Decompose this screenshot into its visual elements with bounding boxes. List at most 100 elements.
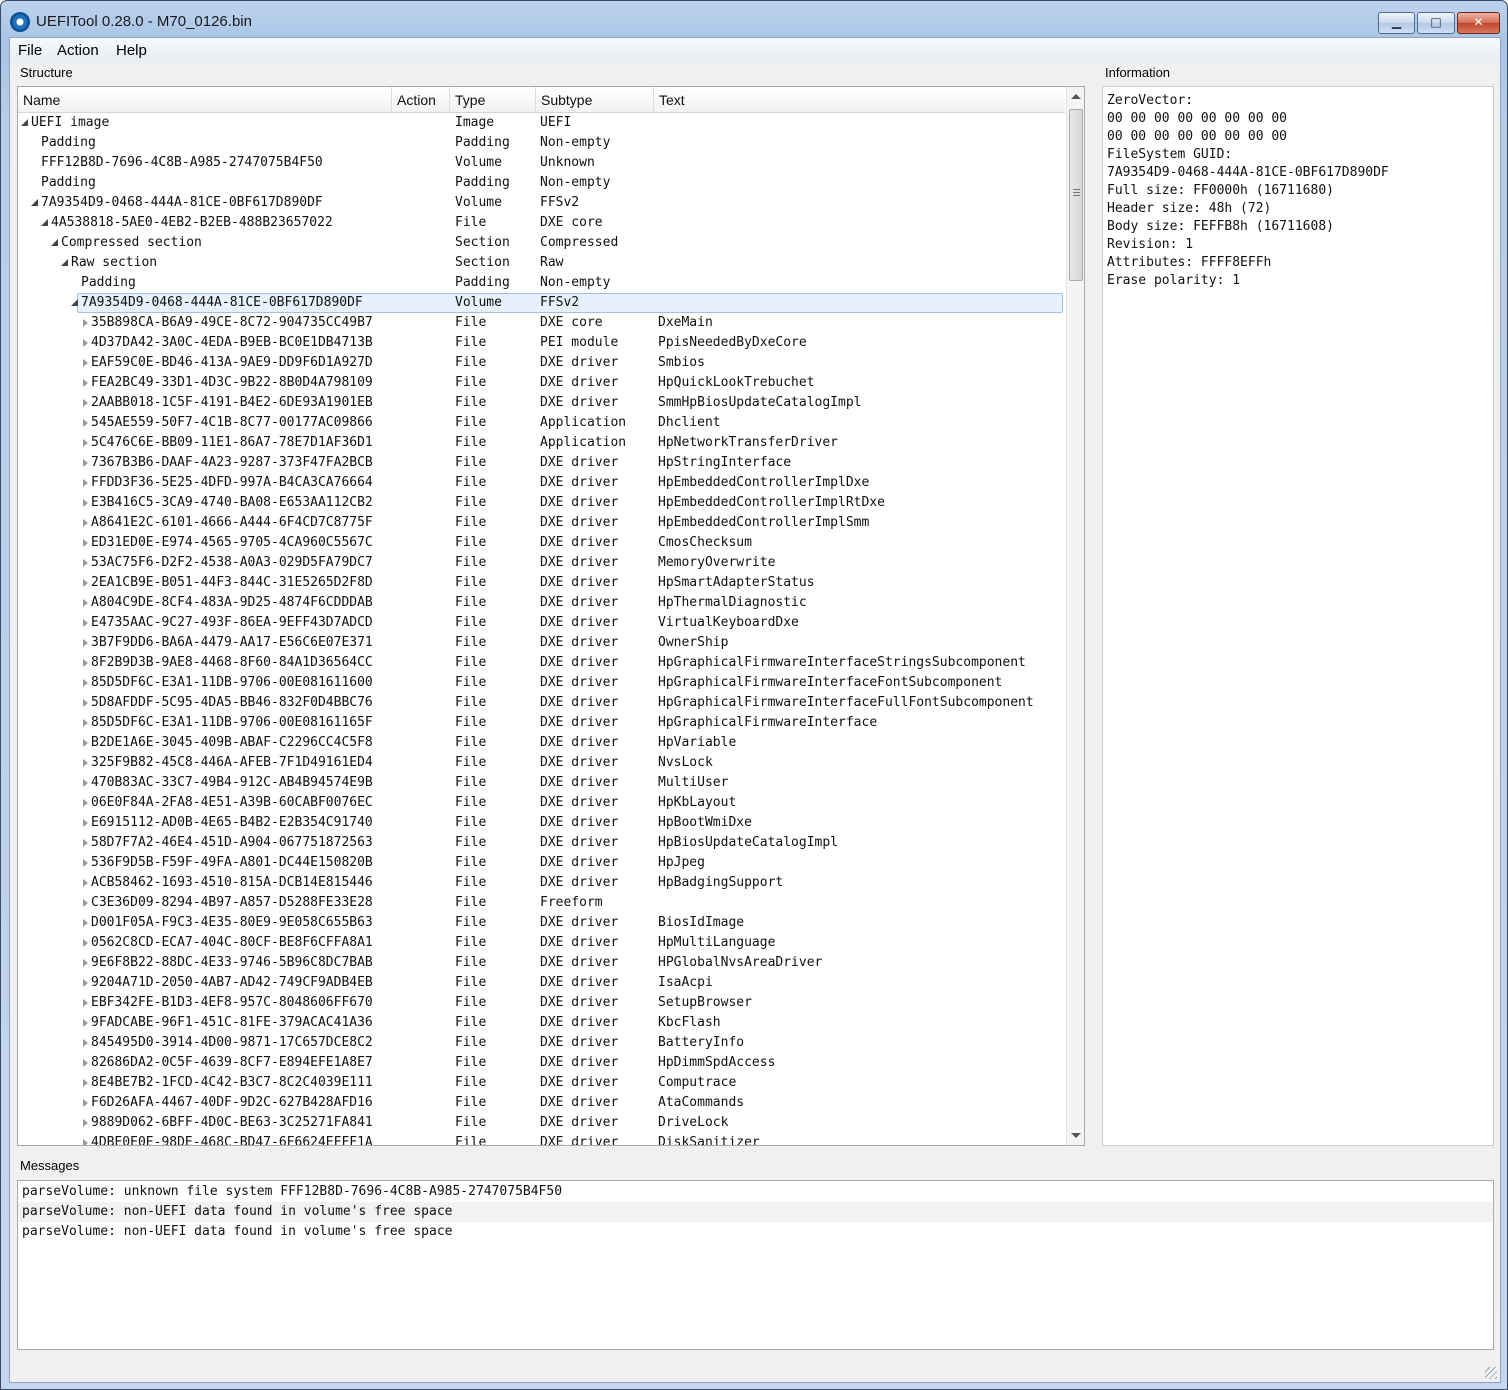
column-header-subtype[interactable]: Subtype — [536, 87, 654, 113]
menu-help[interactable]: Help — [116, 42, 147, 59]
scroll-thumb[interactable] — [1069, 109, 1083, 281]
tree-row[interactable]: Compressed section Section Compressed — [18, 233, 1065, 253]
collapsed-arrow-icon[interactable] — [83, 779, 88, 787]
expanded-arrow-icon[interactable] — [41, 219, 48, 226]
collapsed-arrow-icon[interactable] — [83, 419, 88, 427]
tree-row[interactable]: 7A9354D9-0468-444A-81CE-0BF617D890DF Volu… — [18, 193, 1065, 213]
expanded-arrow-icon[interactable] — [61, 259, 68, 266]
tree-row[interactable]: 58D7F7A2-46E4-451D-A904-067751872563 File… — [18, 833, 1065, 853]
tree-row[interactable]: 35B898CA-B6A9-49CE-8C72-904735CC49B7 File… — [18, 313, 1065, 333]
tree-row[interactable]: 5D8AFDDF-5C95-4DA5-BB46-832F0D4BBC76 File… — [18, 693, 1065, 713]
column-header-type[interactable]: Type — [450, 87, 536, 113]
tree-row[interactable]: 82686DA2-0C5F-4639-8CF7-E894EFE1A8E7 File… — [18, 1053, 1065, 1073]
collapsed-arrow-icon[interactable] — [83, 639, 88, 647]
tree-vertical-scrollbar[interactable] — [1066, 87, 1084, 1145]
expanded-arrow-icon[interactable] — [71, 299, 78, 306]
tree-row[interactable]: D001F05A-F9C3-4E35-80E9-9E058C655B63 File… — [18, 913, 1065, 933]
tree-row[interactable]: 845495D0-3914-4D00-9871-17C657DCE8C2 File… — [18, 1033, 1065, 1053]
collapsed-arrow-icon[interactable] — [83, 699, 88, 707]
tree-row[interactable]: Padding Padding Non-empty — [18, 133, 1065, 153]
collapsed-arrow-icon[interactable] — [83, 1019, 88, 1027]
tree-row[interactable]: FFDD3F36-5E25-4DFD-997A-B4CA3CA76664 File… — [18, 473, 1065, 493]
collapsed-arrow-icon[interactable] — [83, 879, 88, 887]
tree-row[interactable]: E4735AAC-9C27-493F-86EA-9EFF43D7ADCD File… — [18, 613, 1065, 633]
tree-row[interactable]: 5C476C6E-BB09-11E1-86A7-78E7D1AF36D1 File… — [18, 433, 1065, 453]
tree-row[interactable]: 8F2B9D3B-9AE8-4468-8F60-84A1D36564CC File… — [18, 653, 1065, 673]
collapsed-arrow-icon[interactable] — [83, 579, 88, 587]
maximize-button[interactable]: □ — [1417, 12, 1455, 34]
collapsed-arrow-icon[interactable] — [83, 499, 88, 507]
menu-file[interactable]: File — [18, 42, 42, 59]
expanded-arrow-icon[interactable] — [51, 239, 58, 246]
collapsed-arrow-icon[interactable] — [83, 839, 88, 847]
collapsed-arrow-icon[interactable] — [83, 919, 88, 927]
collapsed-arrow-icon[interactable] — [83, 1139, 88, 1145]
tree-row[interactable]: 7A9354D9-0468-444A-81CE-0BF617D890DF Volu… — [18, 293, 1065, 313]
collapsed-arrow-icon[interactable] — [83, 1039, 88, 1047]
tree-row[interactable]: Raw section Section Raw — [18, 253, 1065, 273]
tree-row[interactable]: C3E36D09-8294-4B97-A857-D5288FE33E28 File… — [18, 893, 1065, 913]
collapsed-arrow-icon[interactable] — [83, 1119, 88, 1127]
collapsed-arrow-icon[interactable] — [83, 859, 88, 867]
expanded-arrow-icon[interactable] — [31, 199, 38, 206]
messages-list[interactable]: parseVolume: unknown file system FFF12B8… — [17, 1180, 1494, 1350]
tree-row[interactable]: 9E6F8B22-88DC-4E33-9746-5B96C8DC7BAB File… — [18, 953, 1065, 973]
tree-row[interactable]: 4D37DA42-3A0C-4EDA-B9EB-BC0E1DB4713B File… — [18, 333, 1065, 353]
tree-row[interactable]: 0562C8CD-ECA7-404C-80CF-BE8F6CFFA8A1 File… — [18, 933, 1065, 953]
column-header-action[interactable]: Action — [392, 87, 450, 113]
collapsed-arrow-icon[interactable] — [83, 719, 88, 727]
information-panel[interactable]: ZeroVector: 00 00 00 00 00 00 00 00 00 00 … — [1102, 86, 1494, 1146]
tree-row[interactable]: UEFI image Image UEFI — [18, 113, 1065, 133]
tree-row[interactable]: E3B416C5-3CA9-4740-BA08-E653AA112CB2 File… — [18, 493, 1065, 513]
collapsed-arrow-icon[interactable] — [83, 939, 88, 947]
tree-row[interactable]: 9204A71D-2050-4AB7-AD42-749CF9ADB4EB File… — [18, 973, 1065, 993]
tree-row[interactable]: 4A538818-5AE0-4EB2-B2EB-488B23657022 File… — [18, 213, 1065, 233]
collapsed-arrow-icon[interactable] — [83, 479, 88, 487]
collapsed-arrow-icon[interactable] — [83, 759, 88, 767]
collapsed-arrow-icon[interactable] — [83, 459, 88, 467]
collapsed-arrow-icon[interactable] — [83, 1079, 88, 1087]
tree-row[interactable]: 545AE559-50F7-4C1B-8C77-00177AC09866 File… — [18, 413, 1065, 433]
collapsed-arrow-icon[interactable] — [83, 1059, 88, 1067]
collapsed-arrow-icon[interactable] — [83, 819, 88, 827]
column-header-name[interactable]: Name — [18, 87, 392, 113]
minimize-button[interactable]: ▁ — [1378, 12, 1415, 34]
message-item[interactable]: parseVolume: non-UEFI data found in volu… — [18, 1222, 1493, 1242]
tree-row[interactable]: 536F9D5B-F59F-49FA-A801-DC44E150820B File… — [18, 853, 1065, 873]
tree-row[interactable]: ACB58462-1693-4510-815A-DCB14E815446 File… — [18, 873, 1065, 893]
collapsed-arrow-icon[interactable] — [83, 999, 88, 1007]
collapsed-arrow-icon[interactable] — [83, 659, 88, 667]
tree-row[interactable]: Padding Padding Non-empty — [18, 173, 1065, 193]
collapsed-arrow-icon[interactable] — [83, 539, 88, 547]
tree-row[interactable]: 2EA1CB9E-B051-44F3-844C-31E5265D2F8D File… — [18, 573, 1065, 593]
collapsed-arrow-icon[interactable] — [83, 339, 88, 347]
tree-row[interactable]: FFF12B8D-7696-4C8B-A985-2747075B4F50 Volu… — [18, 153, 1065, 173]
tree-row[interactable]: 8E4BE7B2-1FCD-4C42-B3C7-8C2C4039E111 File… — [18, 1073, 1065, 1093]
tree-row[interactable]: FEA2BC49-33D1-4D3C-9B22-8B0D4A798109 File… — [18, 373, 1065, 393]
column-header-text[interactable]: Text — [654, 87, 1065, 113]
collapsed-arrow-icon[interactable] — [83, 439, 88, 447]
collapsed-arrow-icon[interactable] — [83, 739, 88, 747]
tree-row[interactable]: 9FADCABE-96F1-451C-81FE-379ACAC41A36 File… — [18, 1013, 1065, 1033]
tree-row[interactable]: 85D5DF6C-E3A1-11DB-9706-00E08161165F File… — [18, 713, 1065, 733]
menu-action[interactable]: Action — [57, 42, 99, 59]
tree-row[interactable]: 2AABB018-1C5F-4191-B4E2-6DE93A1901EB File… — [18, 393, 1065, 413]
tree-row[interactable]: ED31ED0E-E974-4565-9705-4CA960C5567C File… — [18, 533, 1065, 553]
tree-row[interactable]: B2DE1A6E-3045-409B-ABAF-C2296CC4C5F8 File… — [18, 733, 1065, 753]
resize-grip-icon[interactable] — [1485, 1367, 1497, 1379]
close-button[interactable]: ✕ — [1457, 12, 1500, 34]
tree-row[interactable]: 470B83AC-33C7-49B4-912C-AB4B94574E9B File… — [18, 773, 1065, 793]
tree-row[interactable]: 06E0F84A-2FA8-4E51-A39B-60CABF0076EC File… — [18, 793, 1065, 813]
collapsed-arrow-icon[interactable] — [83, 379, 88, 387]
tree-row[interactable]: 3B7F9DD6-BA6A-4479-AA17-E56C6E07E371 File… — [18, 633, 1065, 653]
tree-row[interactable]: 4DBE0E0E-98DE-468C-BD47-6F6624EFFF1A File… — [18, 1133, 1065, 1145]
collapsed-arrow-icon[interactable] — [83, 979, 88, 987]
tree-row[interactable]: 9889D062-6BFF-4D0C-BE63-3C25271FA841 File… — [18, 1113, 1065, 1133]
tree-row[interactable]: EAF59C0E-BD46-413A-9AE9-DD9F6D1A927D File… — [18, 353, 1065, 373]
collapsed-arrow-icon[interactable] — [83, 319, 88, 327]
scroll-down-arrow-icon[interactable] — [1071, 1133, 1081, 1138]
title-bar[interactable]: UEFITool 0.28.0 - M70_0126.bin ▁ □ ✕ — [1, 1, 1507, 37]
scroll-up-arrow-icon[interactable] — [1071, 94, 1081, 99]
message-item[interactable]: parseVolume: non-UEFI data found in volu… — [18, 1202, 1493, 1222]
tree-row[interactable]: A804C9DE-8CF4-483A-9D25-4874F6CDDDAB File… — [18, 593, 1065, 613]
